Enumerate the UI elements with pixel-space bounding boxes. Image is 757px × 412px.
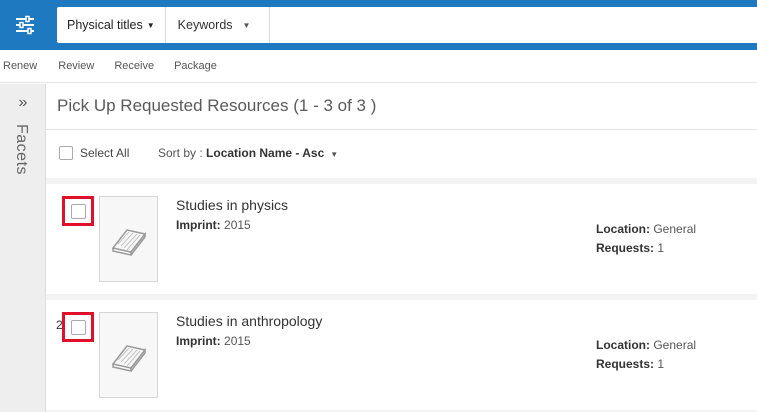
- sort-value: Location Name - Asc: [206, 146, 325, 160]
- results-toolbar: Select All Sort by : Location Name - Asc…: [46, 130, 757, 178]
- result-location: Location: General: [596, 222, 696, 236]
- search-input[interactable]: [269, 7, 757, 43]
- requests-label: Requests:: [596, 357, 655, 371]
- search-bar: Physical titles ▼ Keywords ▼: [57, 7, 757, 43]
- book-icon: [111, 229, 146, 256]
- result-title[interactable]: Studies in physics: [176, 197, 288, 213]
- search-field-label: Keywords: [177, 18, 233, 32]
- row-checkbox[interactable]: [70, 319, 86, 335]
- caret-down-icon: ▼: [242, 20, 251, 30]
- select-all-checkbox[interactable]: [59, 146, 73, 160]
- result-imprint: Imprint: 2015: [176, 218, 251, 232]
- requests-label: Requests:: [596, 241, 655, 255]
- location-value: General: [653, 338, 697, 352]
- result-title[interactable]: Studies in anthropology: [176, 313, 322, 329]
- location-label: Location:: [596, 222, 650, 236]
- imprint-label: Imprint:: [176, 218, 221, 232]
- row-checkbox[interactable]: [70, 203, 86, 219]
- advanced-search-button[interactable]: [0, 0, 50, 50]
- sliders-icon: [16, 15, 34, 35]
- results-area: Pick Up Requested Resources (1 - 3 of 3 …: [46, 84, 757, 412]
- double-chevron-right-icon[interactable]: »: [0, 94, 46, 112]
- caret-down-icon: ▼: [330, 150, 339, 159]
- sort-prefix: Sort by :: [158, 146, 207, 160]
- imprint-label: Imprint:: [176, 334, 221, 348]
- requests-value: 1: [657, 357, 665, 371]
- review-action[interactable]: Review: [58, 60, 94, 72]
- imprint-value: 2015: [224, 334, 251, 348]
- action-bar: Renew Review Receive Package: [0, 50, 757, 83]
- caret-down-icon: ▼: [146, 20, 155, 30]
- sort-dropdown[interactable]: Sort by : Location Name - Asc ▼: [158, 146, 338, 160]
- search-scope-dropdown[interactable]: Physical titles ▼: [57, 7, 166, 43]
- book-thumbnail[interactable]: [99, 196, 158, 282]
- book-thumbnail[interactable]: [99, 312, 158, 398]
- facets-toggle[interactable]: Facets: [12, 124, 30, 175]
- result-card: Studies in physics Imprint: 2015 Locatio…: [46, 184, 757, 294]
- select-all-label[interactable]: Select All: [80, 146, 129, 160]
- imprint-value: 2015: [224, 218, 251, 232]
- result-location: Location: General: [596, 338, 696, 352]
- facets-panel: » Facets: [0, 84, 46, 412]
- top-bar: Physical titles ▼ Keywords ▼: [0, 0, 757, 50]
- result-imprint: Imprint: 2015: [176, 334, 251, 348]
- location-value: General: [653, 222, 697, 236]
- requests-value: 1: [657, 241, 665, 255]
- search-scope-label: Physical titles: [67, 18, 143, 32]
- result-requests: Requests: 1: [596, 357, 664, 371]
- row-checkbox-highlight: [62, 196, 94, 226]
- page-title: Pick Up Requested Resources (1 - 3 of 3 …: [57, 96, 377, 115]
- search-field-dropdown[interactable]: Keywords ▼: [166, 7, 270, 43]
- result-requests: Requests: 1: [596, 241, 664, 255]
- receive-action[interactable]: Receive: [114, 60, 154, 72]
- renew-action[interactable]: Renew: [3, 60, 37, 72]
- page-header: Pick Up Requested Resources (1 - 3 of 3 …: [46, 84, 757, 130]
- location-label: Location:: [596, 338, 650, 352]
- package-action[interactable]: Package: [174, 60, 217, 72]
- row-checkbox-highlight: [62, 312, 94, 342]
- result-card: 2 Studies in anthropology Imprint: 2015 …: [46, 300, 757, 410]
- book-icon: [111, 345, 146, 372]
